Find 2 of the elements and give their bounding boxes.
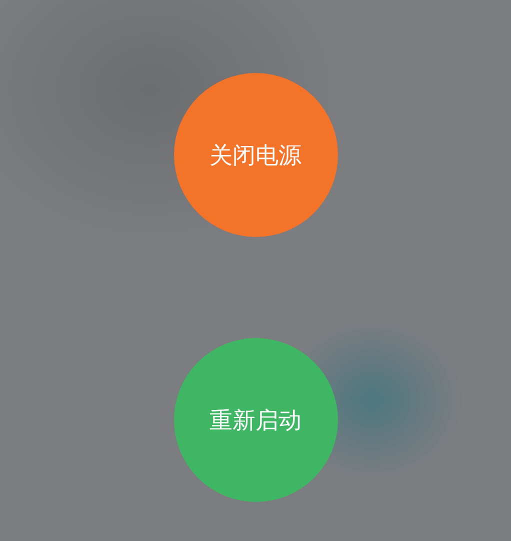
restart-button[interactable]: 重新启动 [174, 338, 338, 502]
power-off-button[interactable]: 关闭电源 [174, 73, 338, 237]
